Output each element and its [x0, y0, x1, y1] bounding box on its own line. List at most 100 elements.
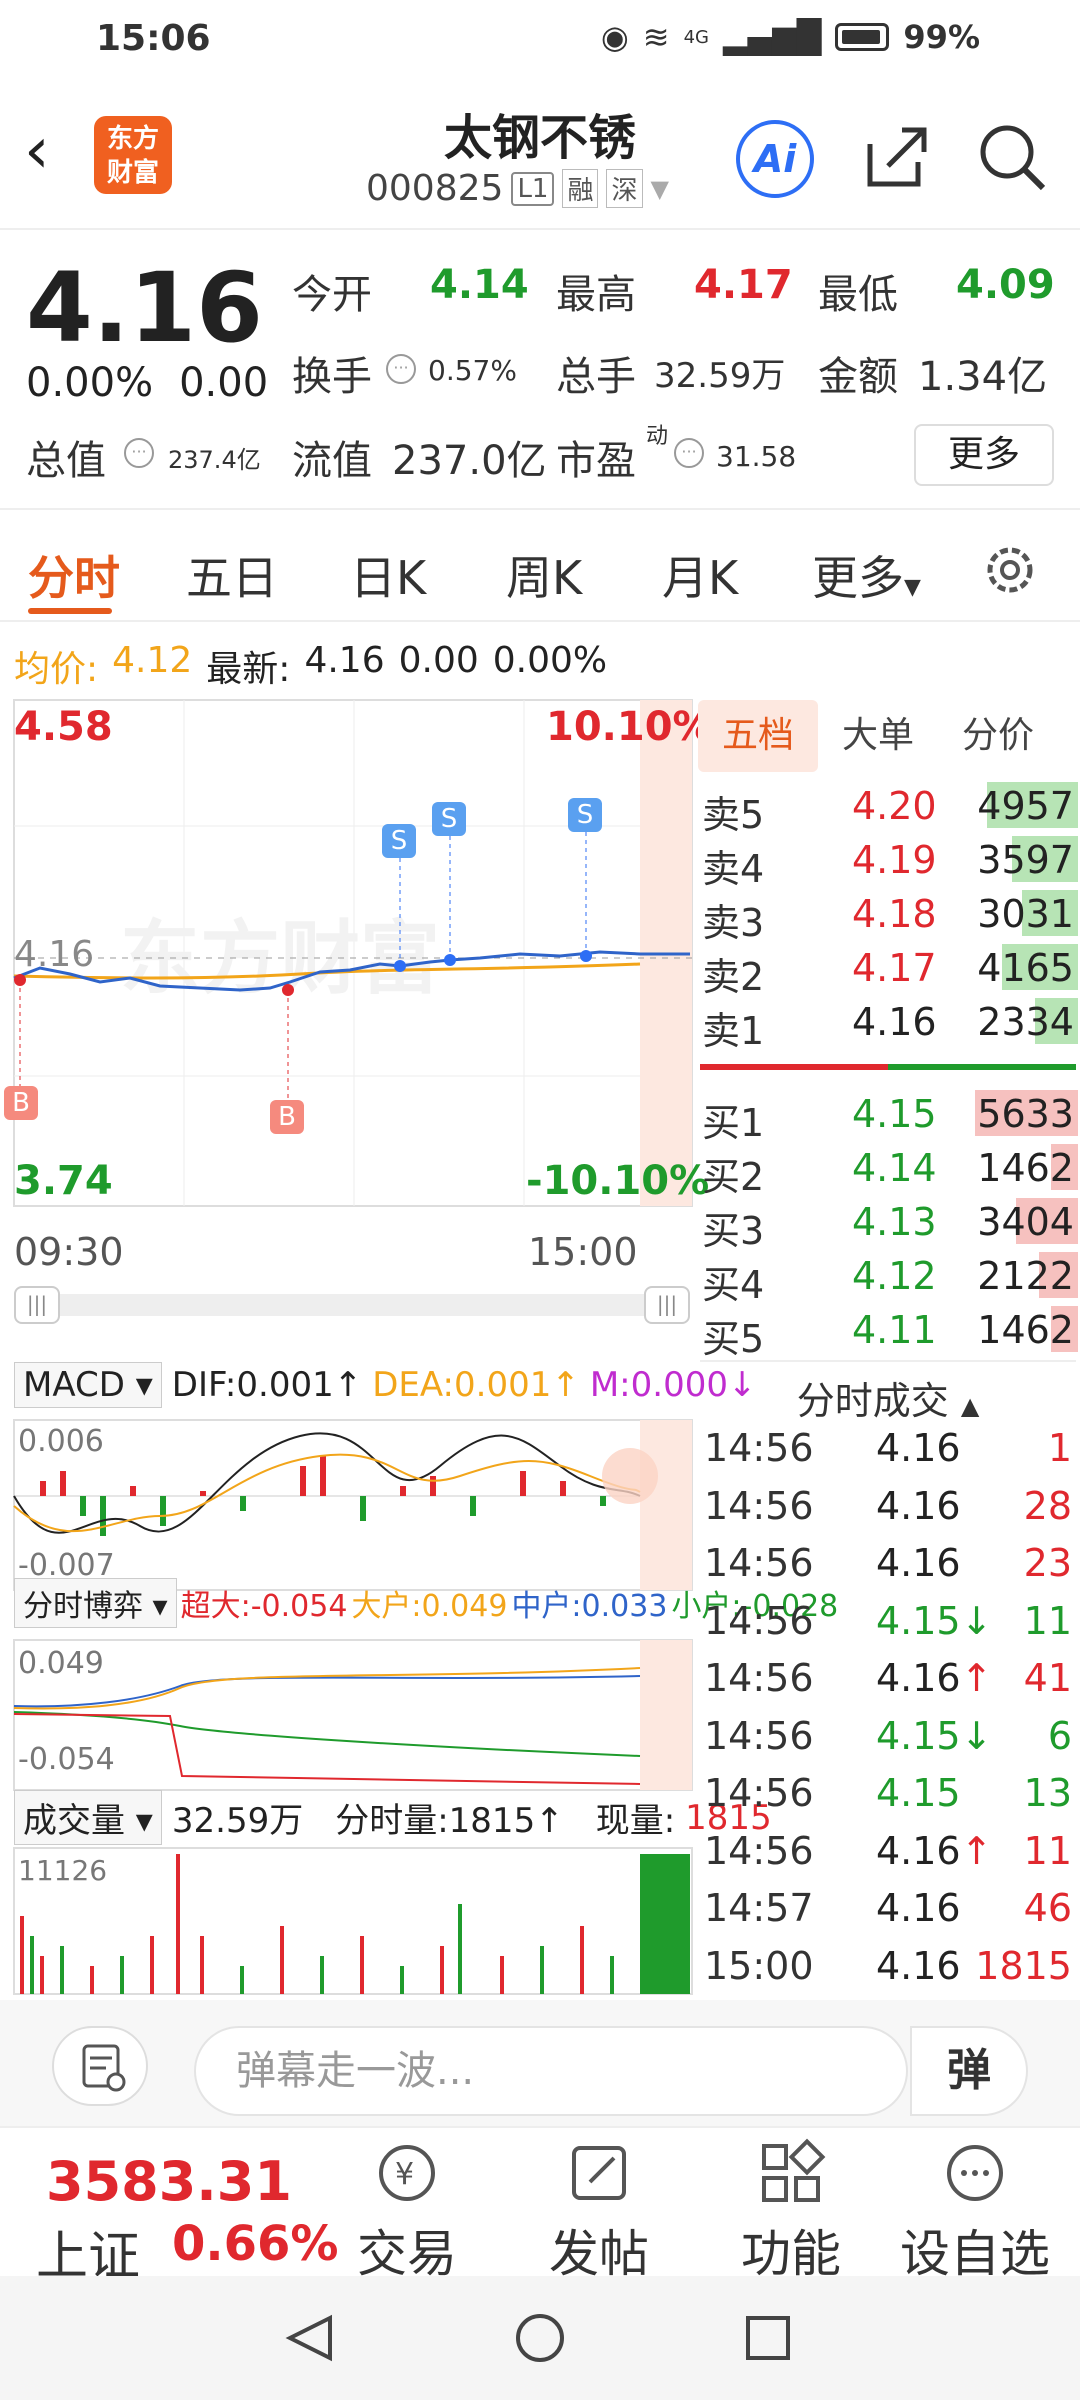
tab-more-label: 更多: [812, 551, 904, 605]
ai-button[interactable]: Ai: [736, 120, 814, 198]
ask-level-price: 4.19: [852, 838, 937, 882]
system-recents-icon: [746, 2316, 790, 2360]
ask-row[interactable]: 卖1 4.16 2334: [702, 994, 1078, 1053]
amount-label: 金额: [818, 354, 898, 400]
bid-row[interactable]: 买1 4.15 5633: [702, 1086, 1078, 1145]
volume-header: 成交量 ▾ 32.59万 分时量:1815↑ 现量: 1815: [14, 1790, 772, 1845]
bid-level-volume: 1462: [977, 1146, 1074, 1190]
intraday-chart[interactable]: 东方财富 4.58 10.10% 3.74 -10.10% 4.16 B B S…: [0, 696, 838, 1996]
trade-price: 4.16↑: [876, 1829, 992, 1873]
ask-level-volume: 3031: [977, 892, 1074, 936]
trade-price-value: 4.16: [876, 1943, 961, 1988]
ref-price-label: 4.16: [14, 934, 95, 975]
bid-row[interactable]: 买5 4.11 1462: [702, 1302, 1078, 1361]
volume-now-label: 现量:: [595, 1801, 676, 1841]
tab-big-orders[interactable]: 大单: [818, 700, 938, 772]
pe-value: 31.58: [716, 440, 797, 473]
info-icon[interactable]: ···: [386, 354, 416, 384]
comment-settings-icon[interactable]: [52, 2026, 148, 2106]
trade-price-value: 4.16: [876, 1886, 961, 1930]
comment-input[interactable]: 弹幕走一波...: [194, 2026, 908, 2116]
more-button[interactable]: 更多: [914, 424, 1054, 486]
info-icon[interactable]: ···: [124, 438, 154, 468]
tab-five-day[interactable]: 五日: [186, 542, 278, 608]
tab-intraday[interactable]: 分时: [28, 542, 120, 608]
sell-marker[interactable]: S: [568, 798, 602, 832]
game-selector[interactable]: 分时博弈 ▾: [14, 1578, 177, 1628]
trade-price-value: 4.16: [876, 1656, 961, 1700]
tab-five-levels[interactable]: 五档: [698, 700, 818, 772]
scroll-handle-right[interactable]: |||: [644, 1286, 690, 1324]
trade-time: 14:56: [704, 1656, 814, 1700]
turnover-label: 换手: [292, 354, 372, 400]
nav-functions[interactable]: 功能: [716, 2138, 866, 2283]
index-value: 3583.31: [46, 2150, 292, 2213]
gear-icon[interactable]: [980, 540, 1040, 600]
ask-row[interactable]: 卖4 4.19 3597: [702, 832, 1078, 891]
ask-row[interactable]: 卖5 4.20 4957: [702, 778, 1078, 837]
ask-level-name: 卖3: [702, 901, 765, 945]
trade-row: 14:56 4.16 28: [700, 1478, 1076, 1536]
search-icon[interactable]: [975, 120, 1049, 194]
ask-level-name: 卖2: [702, 955, 765, 999]
latest-label: 最新:: [206, 649, 291, 690]
tab-more[interactable]: 更多▼: [812, 542, 921, 608]
danmaku-button[interactable]: 弹: [910, 2026, 1028, 2116]
chevron-down-icon: ▼: [904, 575, 921, 600]
macd-dif: DIF:0.001↑: [171, 1365, 363, 1405]
trade-direction-arrow: ↑: [960, 1656, 993, 1700]
tab-price-distribution[interactable]: 分价: [938, 700, 1058, 772]
tab-monthly-k[interactable]: 月K: [662, 542, 738, 608]
chart-scrollbar[interactable]: ||| |||: [14, 1286, 690, 1324]
macd-top-label: 0.006: [18, 1424, 104, 1459]
macd-selector[interactable]: MACD ▾: [14, 1362, 162, 1408]
pe-superscript: 动: [646, 424, 669, 449]
book-divider: [700, 1064, 1076, 1070]
trade-price: 4.15↓: [876, 1599, 992, 1643]
order-book-tabs: 五档 大单 分价: [698, 700, 1080, 772]
volume-selector[interactable]: 成交量 ▾: [14, 1790, 162, 1845]
sell-marker[interactable]: S: [432, 802, 466, 836]
ask-row[interactable]: 卖2 4.17 4165: [702, 940, 1078, 999]
network-label: 4G: [683, 26, 709, 48]
bid-row[interactable]: 买4 4.12 2122: [702, 1248, 1078, 1307]
battery-percent: 99%: [903, 18, 980, 56]
bid-level-price: 4.13: [852, 1200, 937, 1244]
trade-volume: 23: [1023, 1541, 1072, 1585]
buy-marker[interactable]: B: [270, 1100, 304, 1134]
trade-volume: 11: [1023, 1828, 1072, 1873]
latest-value: 4.16: [304, 640, 385, 681]
sell-marker[interactable]: S: [382, 824, 416, 858]
change-amount: 0.00: [179, 360, 269, 406]
avg-price-row: 均价: 4.12 最新: 4.16 0.00 0.00%: [14, 640, 607, 692]
more-icon: [947, 2145, 1003, 2201]
info-icon[interactable]: ···: [674, 438, 704, 468]
ask-level-price: 4.17: [852, 946, 937, 990]
ask-row[interactable]: 卖3 4.18 3031: [702, 886, 1078, 945]
bid-row[interactable]: 买3 4.13 3404: [702, 1194, 1078, 1253]
grid-icon: [762, 2138, 826, 2202]
tab-weekly-k[interactable]: 周K: [506, 542, 582, 608]
buy-marker[interactable]: B: [4, 1086, 38, 1120]
macd-header: MACD ▾ DIF:0.001↑ DEA:0.001↑ M:0.000↓: [14, 1362, 756, 1408]
scroll-handle-left[interactable]: |||: [14, 1286, 60, 1324]
turnover-value: 0.57%: [428, 354, 517, 387]
stock-code-row[interactable]: 000825 L1 融 深 ▼: [366, 168, 669, 209]
macd-dea: DEA:0.001↑: [372, 1365, 580, 1405]
mktcap-label: 总值: [26, 438, 106, 484]
volume-total: 32.59万: [171, 1801, 304, 1841]
game-top-label: 0.049: [18, 1646, 104, 1681]
nav-post[interactable]: 发帖: [524, 2138, 674, 2283]
tab-daily-k[interactable]: 日K: [350, 542, 426, 608]
chart-tabs: 分时 五日 日K 周K 月K 更多▼: [0, 512, 1080, 622]
trades-header[interactable]: 分时成交 ▲: [700, 1360, 1076, 1423]
bid-row[interactable]: 买2 4.14 1462: [702, 1140, 1078, 1199]
share-icon[interactable]: [862, 122, 932, 192]
ask-level-name: 卖1: [702, 1009, 765, 1053]
nav-trade[interactable]: ¥ 交易: [332, 2138, 482, 2283]
top-pct-label: 10.10%: [546, 704, 713, 750]
bid-level-volume: 1462: [977, 1308, 1074, 1352]
nav-add-watchlist[interactable]: 设自选: [900, 2138, 1050, 2283]
bid-level-price: 4.12: [852, 1254, 937, 1298]
trade-volume: 41: [1023, 1656, 1072, 1700]
